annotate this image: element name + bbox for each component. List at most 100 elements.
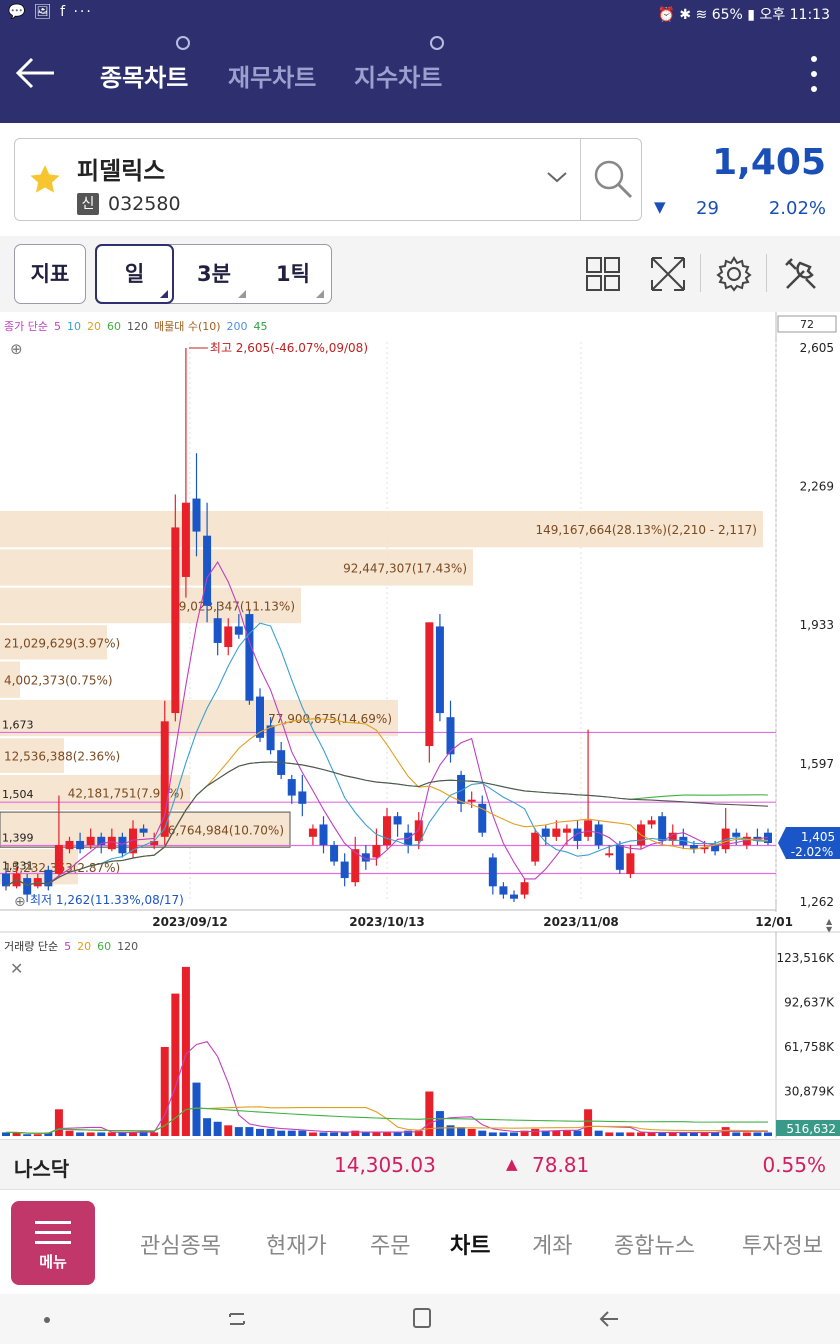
back-arrow-icon[interactable] [14, 56, 56, 90]
candle-body [520, 882, 529, 895]
index-percent: 0.55% [762, 1153, 826, 1177]
change-value: 29 [696, 198, 719, 219]
menu-button[interactable]: 메뉴 [11, 1201, 95, 1285]
date-axis-label: 2023/11/08 [543, 915, 619, 929]
candle-body [86, 836, 95, 846]
candle-body [298, 791, 307, 804]
volume-bar [192, 1082, 201, 1136]
new-listing-badge: 신 [77, 193, 99, 215]
nav-news[interactable]: 종합뉴스 [614, 1228, 695, 1260]
battery-icon: ▮ [747, 7, 755, 23]
volume-bar [605, 1132, 614, 1136]
close-icon: ✕ [10, 959, 23, 978]
volume-legend-item: 5 [64, 940, 71, 953]
candle-body [65, 840, 74, 850]
volume-bar [23, 1134, 32, 1136]
volume-bar [626, 1132, 635, 1136]
volume-bar [319, 1132, 328, 1136]
candle-body [615, 845, 624, 870]
legend-item: 5 [54, 320, 61, 333]
volume-bar [393, 1132, 402, 1136]
price-axis-label: 1,597 [800, 757, 834, 771]
chart-area[interactable]: 종가 단순 5 10 20 60 120 매물대 수(10) 200 45 72 ⊕ 2,605 2,2… [0, 312, 840, 1138]
volume-bar [594, 1130, 603, 1136]
zoom-icon: ⊕ [14, 894, 26, 910]
more-options-icon[interactable] [806, 54, 822, 94]
recent-apps-icon[interactable] [226, 1308, 248, 1330]
settings-gear-icon[interactable] [715, 255, 753, 293]
layout-grid-icon[interactable] [585, 256, 621, 292]
legend-item: 45 [254, 320, 268, 333]
nav-investment-info[interactable]: 투자정보 [742, 1228, 823, 1260]
nav-watchlist[interactable]: 관심종목 [140, 1228, 221, 1260]
volume-profile-label: 59,023,347(11.13%) [171, 599, 295, 613]
favorite-star-icon[interactable] [27, 163, 63, 197]
volume-bar [615, 1132, 624, 1136]
volume-bar [584, 1109, 593, 1136]
stock-selector[interactable]: 피델릭스 신 032580 [14, 138, 642, 221]
volume-bar [361, 1132, 370, 1136]
nav-chart[interactable]: 차트 [450, 1228, 490, 1260]
volume-bar [33, 1134, 42, 1136]
candle-body [245, 614, 254, 701]
volume-bar [340, 1132, 349, 1136]
volume-profile-label: 4,002,373(0.75%) [4, 674, 113, 688]
volume-bar [245, 1127, 254, 1136]
stock-code: 032580 [108, 193, 181, 215]
candle-body [573, 828, 582, 841]
candle-body [393, 816, 402, 825]
volume-bar [224, 1125, 233, 1136]
legend-item: 60 [107, 320, 121, 333]
tab-stock-chart[interactable]: 종목차트 [100, 36, 191, 93]
nav-order[interactable]: 주문 [370, 1228, 410, 1260]
tab-financial-chart[interactable]: 재무차트 [228, 58, 316, 93]
home-icon[interactable] [412, 1307, 432, 1329]
index-ticker[interactable]: 나스닥 14,305.03 ▲ 78.81 0.55% [0, 1139, 840, 1189]
index-name: 나스닥 [14, 1157, 70, 1181]
candle-body [510, 894, 518, 899]
price-level-label: 1,673 [2, 718, 34, 731]
volume-bar [86, 1132, 95, 1136]
fullscreen-icon[interactable] [649, 255, 687, 293]
candle-body [224, 626, 233, 648]
search-icon[interactable] [591, 157, 635, 201]
legend-item: 20 [87, 320, 101, 333]
candle-body [562, 828, 571, 833]
period-selector: 일 3분 1틱 [95, 244, 332, 304]
app-bar: 종목차트 재무차트 지수차트 [0, 26, 840, 123]
up-triangle-icon: ▲ [506, 1155, 518, 1173]
down-triangle-icon: ▼ [654, 198, 666, 216]
tab-index-chart[interactable]: 지수차트 [354, 36, 445, 93]
volume-bar [330, 1132, 339, 1136]
nav-account[interactable]: 계좌 [532, 1228, 572, 1260]
volume-bar [107, 1132, 116, 1136]
indicator-button[interactable]: 지표 [14, 244, 86, 304]
volume-bar [435, 1111, 444, 1136]
dot-icon[interactable] [44, 1317, 50, 1323]
volume-legend-item: 120 [117, 940, 138, 953]
volume-bar [457, 1127, 466, 1136]
tools-icon[interactable] [782, 255, 820, 293]
chevron-down-icon[interactable] [545, 169, 569, 185]
price-axis-label: 2,605 [800, 341, 834, 355]
volume-bar [287, 1130, 296, 1136]
volume-bar [76, 1132, 85, 1136]
candle-body [467, 799, 476, 802]
nav-current-price[interactable]: 현재가 [266, 1228, 327, 1260]
candle-body [594, 824, 603, 846]
price-axis-label: 2,269 [800, 480, 834, 494]
legend-item: 200 [227, 320, 248, 333]
volume-bar [478, 1130, 487, 1136]
price-level-label: 1,399 [2, 831, 34, 844]
volume-bar [97, 1132, 106, 1136]
candlestick-chart[interactable]: 종가 단순 5 10 20 60 120 매물대 수(10) 200 45 72 ⊕ 2,605 2,2… [0, 312, 840, 1138]
volume-axis-label: 92,637K [784, 996, 835, 1010]
notification-icons: 💬 🖼 f ··· [8, 4, 93, 20]
volume-bar [256, 1128, 264, 1136]
volume-profile-label: 149,167,664(28.13%)(2,210 - 2,117) [536, 523, 758, 537]
system-back-icon[interactable] [598, 1308, 620, 1330]
current-pct-tag-label: -2.02% [791, 845, 833, 859]
candle-body [383, 816, 391, 846]
stock-name: 피델릭스 [77, 157, 166, 185]
volume-bar [65, 1130, 74, 1136]
